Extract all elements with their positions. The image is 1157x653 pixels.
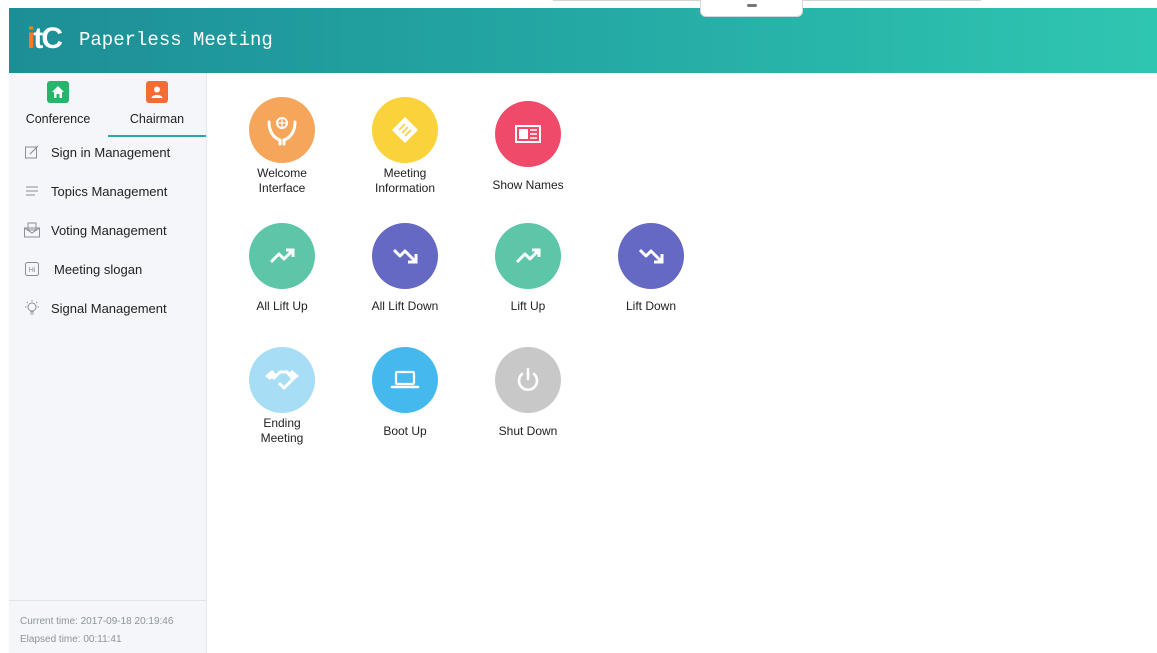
edit-icon [23, 143, 41, 161]
all-lift-up-button[interactable]: All Lift Up [227, 223, 337, 314]
name-card-icon [495, 101, 561, 167]
welcome-interface-button[interactable]: Welcome Interface [227, 97, 337, 196]
boot-up-button[interactable]: Boot Up [350, 347, 460, 439]
slogan-icon: Hi [23, 260, 41, 278]
trend-down-icon [372, 223, 438, 289]
tile-label: All Lift Up [256, 299, 308, 313]
tab-chairman[interactable]: Chairman [108, 81, 206, 137]
tile-label: All Lift Down [371, 299, 439, 313]
svg-text:Hi: Hi [29, 267, 36, 274]
elapsed-time: Elapsed time: 00:11:41 [20, 634, 122, 645]
app-title: Paperless Meeting [79, 29, 273, 51]
bulb-icon [23, 299, 41, 317]
app-header: itC Paperless Meeting [9, 8, 1157, 73]
tab-conference[interactable]: Conference [9, 81, 107, 137]
lift-up-button[interactable]: Lift Up [473, 223, 583, 314]
sidebar-item-label: Sign in Management [51, 144, 171, 160]
tile-label: Lift Up [510, 299, 546, 313]
show-names-button[interactable]: Show Names [473, 101, 583, 193]
trend-up-icon [495, 223, 561, 289]
tile-label: Meeting Information [374, 166, 436, 195]
handle-grip-icon [747, 4, 757, 7]
sidebar-item-meeting-slogan[interactable]: Hi Meeting slogan [9, 254, 206, 284]
hands-globe-icon [249, 97, 315, 163]
top-divider-right [801, 0, 981, 1]
shut-down-button[interactable]: Shut Down [473, 347, 583, 439]
tile-label: Welcome Interface [257, 166, 307, 195]
sidebar-item-label: Voting Management [51, 222, 167, 238]
current-time: Current time: 2017-09-18 20:19:46 [20, 616, 174, 627]
sidebar-item-label: Signal Management [51, 300, 167, 316]
sidebar-item-signal[interactable]: Signal Management [9, 293, 206, 323]
tab-conference-label: Conference [25, 112, 91, 126]
tile-label: Boot Up [383, 424, 427, 438]
tab-chairman-label: Chairman [129, 112, 185, 126]
all-lift-down-button[interactable]: All Lift Down [350, 223, 460, 314]
sidebar: Conference Chairman Sign in Management T… [9, 73, 207, 653]
tile-label: Ending Meeting [260, 416, 304, 445]
tile-label: Show Names [492, 178, 564, 192]
trend-down-icon [618, 223, 684, 289]
sidebar-item-topics[interactable]: Topics Management [9, 176, 206, 206]
meeting-information-button[interactable]: Meeting Information [350, 97, 460, 196]
pull-down-handle[interactable] [700, 0, 803, 17]
ballot-icon [23, 221, 41, 239]
itc-logo: itC [27, 22, 63, 55]
sidebar-item-sign-in[interactable]: Sign in Management [9, 137, 206, 167]
lift-down-button[interactable]: Lift Down [596, 223, 706, 314]
status-bar: Current time: 2017-09-18 20:19:46 Elapse… [9, 600, 206, 653]
sidebar-item-label: Meeting slogan [54, 261, 143, 277]
home-icon [47, 81, 69, 103]
handshake-icon [249, 347, 315, 413]
ending-meeting-button[interactable]: Ending Meeting [227, 347, 337, 446]
sidebar-item-voting[interactable]: Voting Management [9, 215, 206, 245]
trend-up-icon [249, 223, 315, 289]
document-icon [372, 97, 438, 163]
tile-label: Lift Down [625, 299, 677, 313]
tile-label: Shut Down [498, 424, 558, 438]
list-icon [23, 182, 41, 200]
user-icon [146, 81, 168, 103]
top-divider-left [553, 0, 700, 1]
power-icon [495, 347, 561, 413]
laptop-icon [372, 347, 438, 413]
sidebar-item-label: Topics Management [51, 183, 168, 199]
